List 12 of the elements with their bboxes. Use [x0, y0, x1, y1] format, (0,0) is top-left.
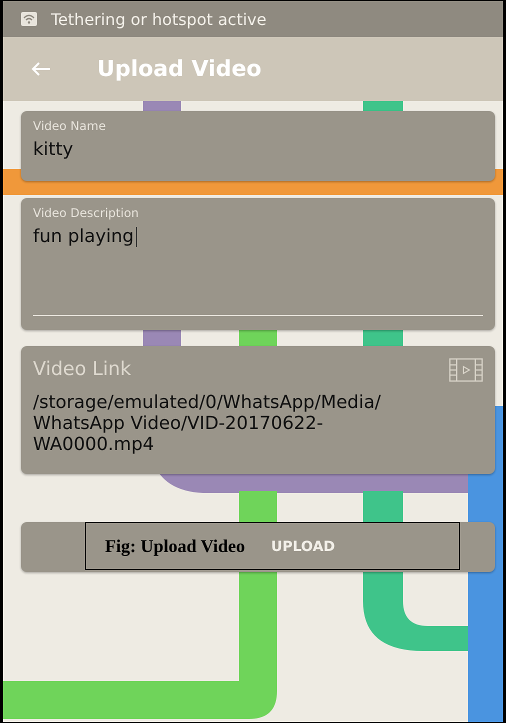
field-value: fun playing [33, 226, 137, 248]
file-path: /storage/emulated/0/WhatsApp/Media/WhatsApp Video/VID-20170622-WA0000.mp4 [33, 392, 382, 455]
field-label: Video Link [33, 358, 132, 380]
screen-title: Upload Video [97, 56, 262, 82]
description-field[interactable]: Video Description fun playing [21, 198, 495, 330]
field-label: Video Description [33, 206, 140, 220]
field-value: kitty [33, 139, 74, 162]
status-text: Tethering or hotspot active [51, 10, 266, 28]
video-name-field[interactable]: Video Name kitty [21, 111, 495, 181]
field-label: Video Name [33, 119, 107, 133]
video-link-field[interactable]: Video Link /storage/emulated/0/WhatsApp/Media/WhatsApp Video/VID-20170622-WA0000.mp4 [21, 346, 495, 474]
figure-caption: Fig: Upload Video [105, 536, 246, 556]
